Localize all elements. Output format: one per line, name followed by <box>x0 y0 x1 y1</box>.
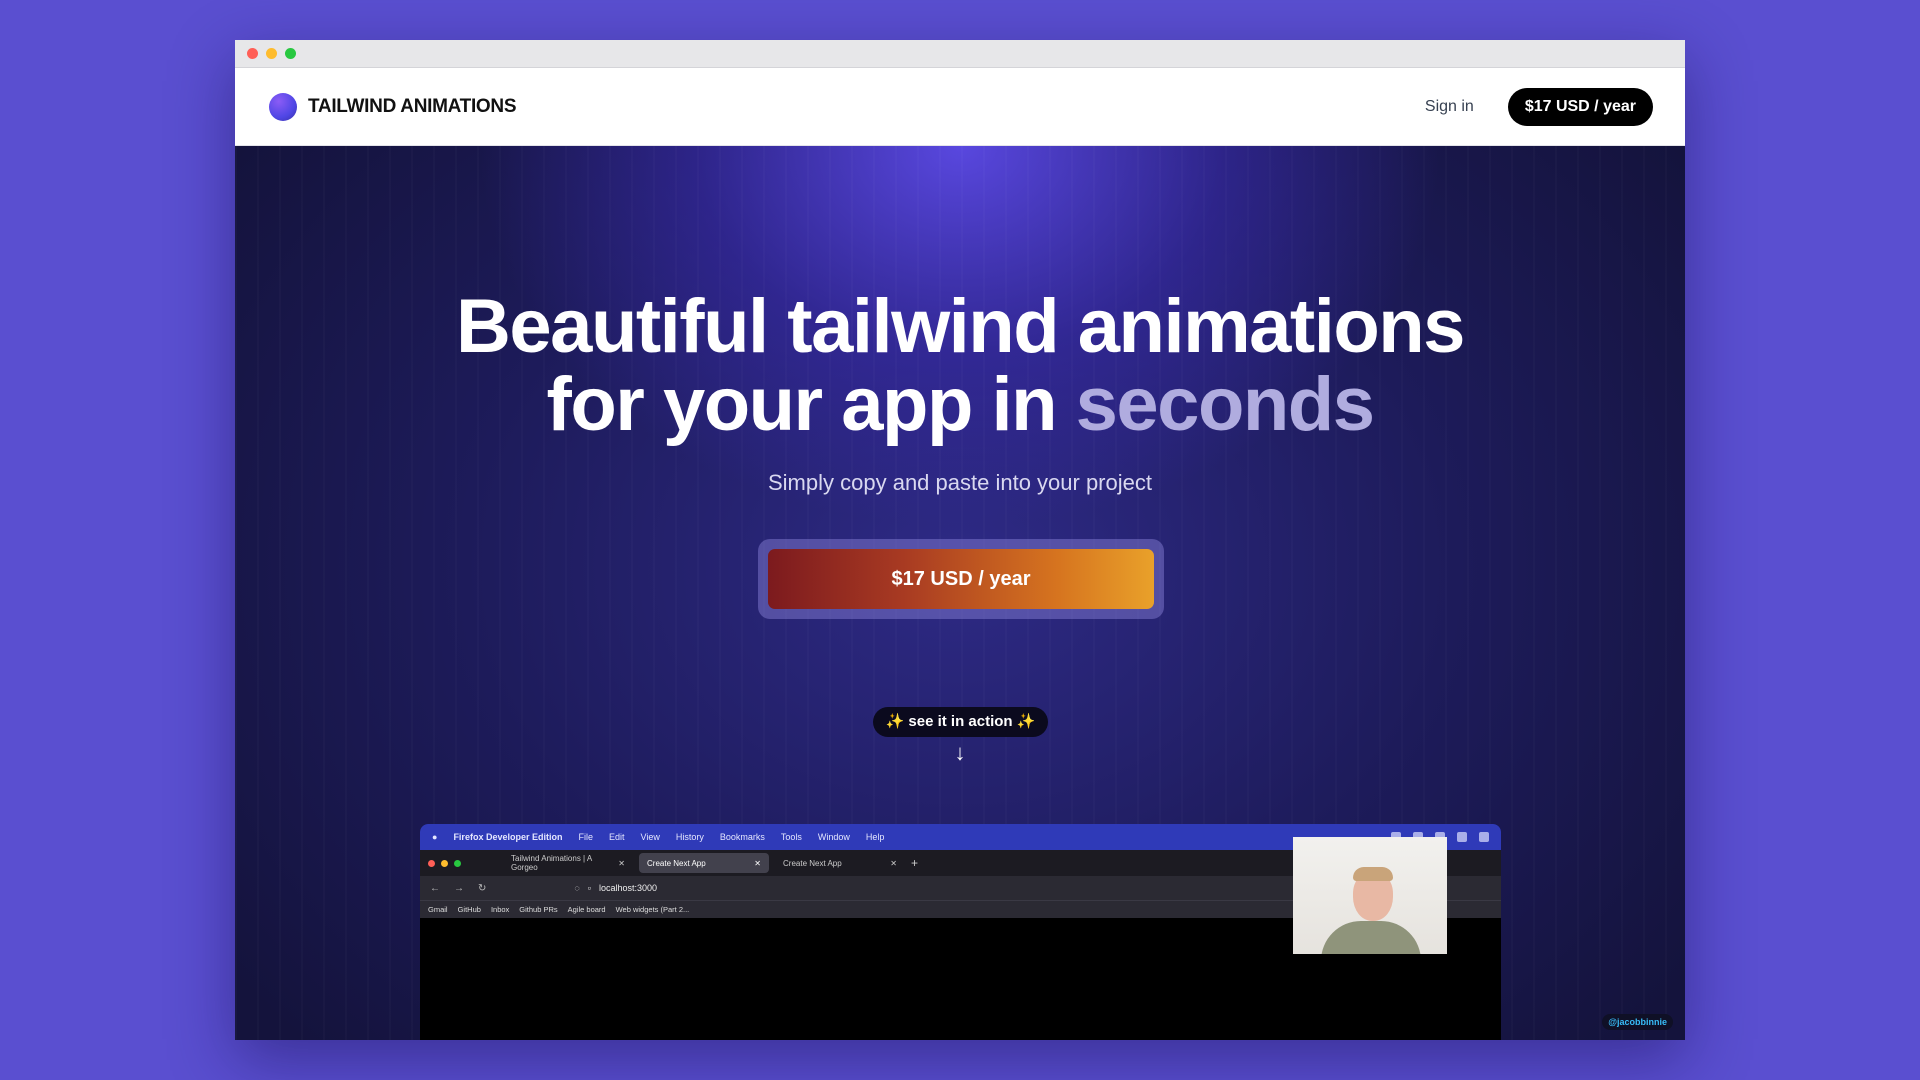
demo-menu-item: View <box>640 832 660 842</box>
demo-menu-item: Help <box>865 832 885 842</box>
maximize-window-button[interactable] <box>285 48 296 59</box>
close-icon: ✕ <box>754 858 761 868</box>
brand-logo-icon <box>269 92 297 121</box>
close-icon: ✕ <box>618 858 625 868</box>
browser-window: TAILWIND ANIMATIONS Sign in $17 USD / ye… <box>235 40 1685 1040</box>
demo-close-dot <box>428 859 435 867</box>
demo-menu-item: Window <box>817 832 850 842</box>
hero-subtitle: Simply copy and paste into your project <box>768 470 1152 495</box>
page-icon: ▫ <box>587 883 591 893</box>
new-tab-icon: + <box>911 856 919 870</box>
demo-tab: Create Next App ✕ <box>775 853 905 873</box>
minimize-window-button[interactable] <box>266 48 277 59</box>
webcam-person-hair <box>1353 867 1393 881</box>
demo-tab-label: Tailwind Animations | A Gorgeo <box>511 854 592 872</box>
reload-icon: ↻ <box>478 882 487 894</box>
demo-minimize-dot <box>441 859 448 867</box>
headline-accent-word: seconds <box>1075 362 1375 447</box>
shield-icon: ◌ <box>574 883 580 893</box>
demo-menu-item: Tools <box>780 832 802 842</box>
demo-url: localhost:3000 <box>598 883 657 893</box>
header-actions: Sign in $17 USD / year <box>1425 87 1653 126</box>
demo-maximize-dot <box>454 859 461 867</box>
demo-menu-item: Bookmarks <box>719 832 765 842</box>
hero-section: Beautiful tailwind animations for your a… <box>235 146 1685 1040</box>
tray-icon <box>1457 832 1467 842</box>
demo-bookmark: Inbox <box>490 905 510 914</box>
demo-app-name: Firefox Developer Edition <box>453 832 563 842</box>
back-icon: ← <box>430 882 440 894</box>
demo-bookmark: GitHub <box>457 905 481 914</box>
hero-pricing-button[interactable]: $17 USD / year <box>768 549 1154 609</box>
demo-url-bar: ◌ ▫ localhost:3000 <box>574 883 657 893</box>
demo-menu-item: History <box>675 832 704 842</box>
demo-tab-label: Create Next App <box>647 858 706 868</box>
demo-bookmark: Gmail <box>428 905 448 914</box>
arrow-down-icon: ↓ <box>954 740 966 765</box>
window-titlebar <box>235 40 1685 68</box>
brand[interactable]: TAILWIND ANIMATIONS <box>269 92 517 121</box>
demo-bookmark: Web widgets (Part 2... <box>615 905 690 914</box>
tray-icon <box>1479 832 1489 842</box>
sign-in-link[interactable]: Sign in <box>1425 98 1474 116</box>
demo-video-preview[interactable]: ● Firefox Developer Edition File Edit Vi… <box>420 824 1501 1040</box>
demo-tab-label: Create Next App <box>783 858 842 868</box>
creator-handle-watermark: @jacobbinnie <box>1602 1014 1673 1030</box>
demo-bookmark: Github PRs <box>519 905 558 914</box>
forward-icon: → <box>454 882 464 894</box>
header-pricing-button[interactable]: $17 USD / year <box>1507 87 1653 126</box>
apple-icon: ● <box>432 832 438 842</box>
webcam-overlay <box>1293 837 1447 954</box>
hero-cta-frame: $17 USD / year <box>758 539 1164 619</box>
demo-tab: Tailwind Animations | A Gorgeo ✕ <box>503 853 633 873</box>
site-header: TAILWIND ANIMATIONS Sign in $17 USD / ye… <box>235 68 1685 146</box>
headline-line-1: Beautiful tailwind animations <box>456 284 1465 369</box>
webcam-person-body <box>1321 921 1421 954</box>
demo-menu-item: Edit <box>608 832 625 842</box>
demo-menu-item: File <box>578 832 593 842</box>
brand-name: TAILWIND ANIMATIONS <box>308 95 517 117</box>
hero-headline: Beautiful tailwind animations for your a… <box>235 288 1685 444</box>
demo-tab-active: Create Next App ✕ <box>639 853 769 873</box>
close-icon: ✕ <box>890 858 897 868</box>
headline-line-2-prefix: for your app in <box>546 362 1076 447</box>
demo-bookmark: Agile board <box>567 905 606 914</box>
close-window-button[interactable] <box>247 48 258 59</box>
see-it-in-action-badge[interactable]: ✨ see it in action ✨ <box>873 707 1048 737</box>
